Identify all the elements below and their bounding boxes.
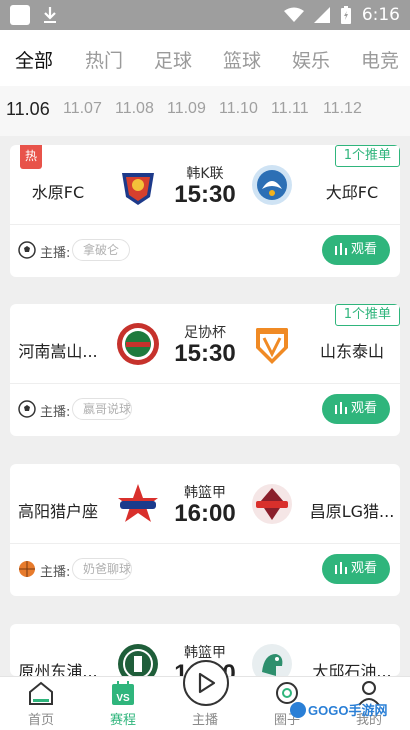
anchor-name[interactable]: 奶爸聊球... [72,558,132,580]
tab-all[interactable]: 全部 [15,46,53,73]
away-team-logo-icon [256,328,288,364]
play-icon [198,672,216,694]
play-button[interactable] [183,660,229,706]
away-team-logo-icon [252,165,292,205]
wifi-icon [283,7,304,22]
basketball-icon [19,561,35,577]
date-item[interactable]: 11.11 [271,100,309,118]
watch-label: 观看 [350,401,377,416]
anchor-label: 主播: [40,405,71,420]
battery-icon [340,6,351,24]
date-item[interactable]: 11.10 [219,100,258,118]
match-card[interactable]: 高阳猎户座 韩篮甲 16:00 昌原LG猎... 主播: 奶爸聊球... 观看 [10,464,400,596]
soccer-ball-icon [18,241,36,259]
bar-chart-icon [334,243,347,255]
tab-label: 首页 [27,713,54,728]
tab-football[interactable]: 足球 [154,46,192,73]
anchor-label: 主播: [40,565,71,580]
signal-icon [313,7,330,23]
watermark-logo-icon [290,702,306,718]
home-icon [29,681,53,705]
schedule-icon: VS [112,681,134,705]
watch-label: 观看 [350,242,377,257]
tab-schedule[interactable]: VS 赛程 [82,679,164,728]
away-team: 山东泰山 [319,342,384,361]
tab-hot[interactable]: 热门 [85,46,123,73]
soccer-ball-icon [18,400,36,418]
anchor-name[interactable]: 嬴哥说球... [72,398,132,420]
watch-button[interactable]: 观看 [322,394,390,424]
anchor-label: 主播: [40,246,71,261]
watch-label: 观看 [350,561,377,576]
bar-chart-icon [334,402,347,414]
date-bar: 11.06 11.07 11.08 11.09 11.10 11.11 11.1… [0,86,410,136]
category-tabs: 全部 热门 足球 篮球 娱乐 电竞 [0,30,410,86]
anchor-name[interactable]: 拿破仑 [72,239,131,261]
match-card[interactable]: 1个推单 河南嵩山... 足协杯 15:30 山东泰山 主播: 嬴哥说球... … [10,304,400,436]
away-team: 昌原LG猎... [309,502,395,521]
date-item[interactable]: 11.08 [115,100,154,118]
away-team-logo-icon [252,484,292,524]
tab-label: 赛程 [109,713,136,728]
away-team: 大邱FC [325,183,379,202]
bar-chart-icon [334,562,347,574]
date-item[interactable]: 11.07 [63,100,102,118]
tab-label: 主播 [191,713,218,728]
watermark: GOGO手游网 [290,700,387,719]
tab-home[interactable]: 首页 [0,679,82,728]
tab-esports[interactable]: 电竞 [361,46,399,73]
notification-icon [10,5,30,25]
clock: 6:16 [361,5,400,25]
away-team: 大邱石油... [312,662,392,676]
svg-text:VS: VS [116,693,130,704]
watch-button[interactable]: 观看 [322,554,390,584]
date-item[interactable]: 11.09 [167,100,206,118]
status-bar: 6:16 [0,0,410,30]
tab-basketball[interactable]: 篮球 [223,46,261,73]
tab-entertainment[interactable]: 娱乐 [292,46,330,73]
date-item[interactable]: 11.12 [323,100,362,118]
download-icon [44,7,56,23]
watermark-text: GOGO手游网 [308,703,388,718]
match-card[interactable]: 热 1个推单 水原FC 韩K联 15:30 大邱FC 主播: 拿破仑 观看 [10,145,400,277]
date-item[interactable]: 11.06 [6,99,50,120]
watch-button[interactable]: 观看 [322,235,390,265]
